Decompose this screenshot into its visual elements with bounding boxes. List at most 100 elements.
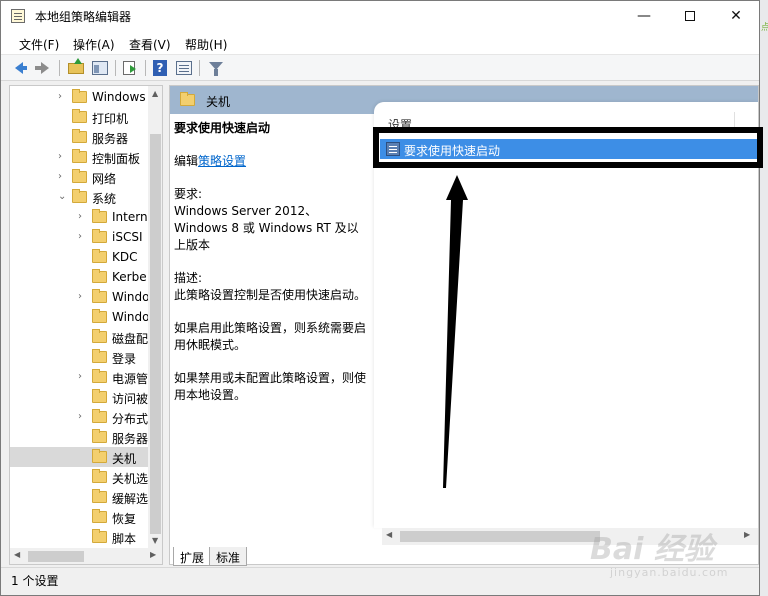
expand-caret-icon[interactable]: ›: [78, 211, 86, 223]
folder-icon: [92, 449, 107, 463]
tree-item[interactable]: › Windows: [10, 87, 148, 107]
expand-caret-icon[interactable]: ›: [78, 411, 86, 423]
expand-caret-icon[interactable]: ›: [78, 291, 86, 303]
window-title: 本地组策略编辑器: [35, 10, 132, 24]
requirements-block: 要求: Windows Server 2012、Windows 8 或 Windo…: [174, 186, 370, 254]
expand-caret-icon: [58, 131, 66, 143]
tree-item[interactable]: › Windo: [10, 287, 148, 307]
menu-view[interactable]: 查看(V): [129, 36, 171, 53]
expand-caret-icon: [78, 351, 86, 363]
tab-standard[interactable]: 标准: [209, 547, 248, 566]
tree-item[interactable]: 关机: [10, 447, 148, 467]
maximize-button[interactable]: [667, 1, 713, 31]
tree-item[interactable]: 缓解选: [10, 487, 148, 507]
scroll-thumb[interactable]: [150, 134, 161, 534]
show-hide-tree-button[interactable]: [91, 59, 109, 77]
app-icon: [11, 9, 25, 23]
scroll-thumb[interactable]: [400, 531, 600, 542]
tree-item[interactable]: › iSCSI: [10, 227, 148, 247]
tree-item-label: 电源管: [112, 372, 148, 386]
tree-item-label: 服务器: [92, 132, 129, 146]
up-one-level-button[interactable]: [67, 58, 85, 77]
tree-item[interactable]: 服务器: [10, 127, 148, 147]
folder-icon: [72, 169, 87, 183]
tree-item-label: 服务器: [112, 432, 148, 446]
expand-caret-icon[interactable]: ›: [78, 231, 86, 243]
folder-icon: [92, 369, 107, 383]
collapse-caret-icon[interactable]: ⌄: [58, 191, 66, 203]
tree-item[interactable]: › 分布式: [10, 407, 148, 427]
expand-caret-icon[interactable]: ›: [58, 171, 66, 183]
enabled-note: 如果启用此策略设置，则系统需要启用休眠模式。: [174, 321, 367, 352]
tree-item-label: Windo: [112, 290, 148, 304]
tree-item-label: 关机: [112, 452, 137, 466]
expand-caret-icon: [78, 251, 86, 263]
expand-caret-icon: [78, 271, 86, 283]
tree-item[interactable]: 访问被: [10, 387, 148, 407]
scroll-right-icon[interactable]: ▶: [744, 530, 750, 539]
column-divider[interactable]: [734, 112, 735, 130]
tree-item[interactable]: ⌄ 系统: [10, 187, 148, 207]
edit-policy-link[interactable]: 策略设置: [198, 154, 246, 168]
scroll-thumb[interactable]: [28, 551, 84, 562]
export-list-button[interactable]: [121, 59, 139, 77]
tree-item-label: Windows: [92, 90, 146, 104]
minimize-button[interactable]: —: [621, 1, 667, 31]
tree-item[interactable]: › 电源管: [10, 367, 148, 387]
tree-item[interactable]: 登录: [10, 347, 148, 367]
console-tree-icon: [92, 61, 108, 75]
filter-button[interactable]: [207, 59, 225, 77]
menu-file[interactable]: 文件(F): [19, 36, 59, 53]
menu-action[interactable]: 操作(A): [73, 36, 115, 53]
forward-arrow-icon: [35, 62, 49, 74]
tree-item[interactable]: Windo: [10, 307, 148, 327]
tree-item-label: 控制面板: [92, 152, 141, 166]
expand-caret-icon[interactable]: ›: [78, 371, 86, 383]
help-button[interactable]: ?: [151, 59, 169, 77]
close-button[interactable]: ✕: [713, 1, 759, 31]
scroll-down-icon[interactable]: ▼: [152, 536, 158, 545]
tree-item-label: 访问被: [112, 392, 148, 406]
expand-caret-icon[interactable]: ›: [58, 91, 66, 103]
expand-caret-icon[interactable]: ›: [58, 151, 66, 163]
watermark-url: jingyan.baidu.com: [610, 566, 729, 579]
properties-button[interactable]: [175, 59, 193, 77]
requirements-text: Windows Server 2012、Windows 8 或 Windows …: [174, 204, 359, 252]
tree-item-label: iSCSI: [112, 230, 143, 244]
tree-item[interactable]: 磁盘配: [10, 327, 148, 347]
menu-help[interactable]: 帮助(H): [185, 36, 227, 53]
current-folder-name: 关机: [206, 95, 231, 109]
list-item[interactable]: 要求使用快速启动: [380, 139, 758, 159]
folder-icon: [72, 189, 87, 203]
tab-extended[interactable]: 扩展: [173, 547, 212, 566]
folder-icon: [92, 209, 107, 223]
column-header-setting[interactable]: 设置: [388, 116, 412, 133]
tree-item[interactable]: 脚本: [10, 527, 148, 547]
tree-vertical-scrollbar[interactable]: ▲ ▼: [148, 86, 162, 548]
folder-icon: [92, 429, 107, 443]
back-button[interactable]: [13, 59, 31, 77]
description-text: 此策略设置控制是否使用快速启动。: [174, 288, 367, 302]
details-pane: 关机 要求使用快速启动 编辑策略设置 要求: Windows Server 201…: [169, 85, 759, 565]
tree-item-label: 分布式: [112, 412, 148, 426]
tree-item[interactable]: 恢复: [10, 507, 148, 527]
tree-item[interactable]: 服务器: [10, 427, 148, 447]
tree-item[interactable]: 关机选: [10, 467, 148, 487]
scroll-left-icon[interactable]: ◀: [14, 550, 20, 559]
extended-description: 要求使用快速启动 编辑策略设置 要求: Windows Server 2012、W…: [174, 120, 370, 420]
edit-policy-line: 编辑策略设置: [174, 153, 370, 170]
tree-horizontal-scrollbar[interactable]: ◀ ▶: [10, 548, 162, 564]
tree-item[interactable]: › Intern: [10, 207, 148, 227]
scroll-left-icon[interactable]: ◀: [386, 530, 392, 539]
scroll-up-icon[interactable]: ▲: [152, 89, 158, 98]
tree-item[interactable]: KDC: [10, 247, 148, 267]
toolbar-separator: [115, 60, 116, 76]
tree-item[interactable]: Kerbe: [10, 267, 148, 287]
forward-button[interactable]: [35, 59, 53, 77]
tree-item[interactable]: 打印机: [10, 107, 148, 127]
scroll-right-icon[interactable]: ▶: [150, 550, 156, 559]
watermark: Bai 经验 jingyan.baidu.com: [588, 520, 738, 586]
tree-item-label: Intern: [112, 210, 148, 224]
tree-item[interactable]: › 控制面板: [10, 147, 148, 167]
tree-item[interactable]: › 网络: [10, 167, 148, 187]
